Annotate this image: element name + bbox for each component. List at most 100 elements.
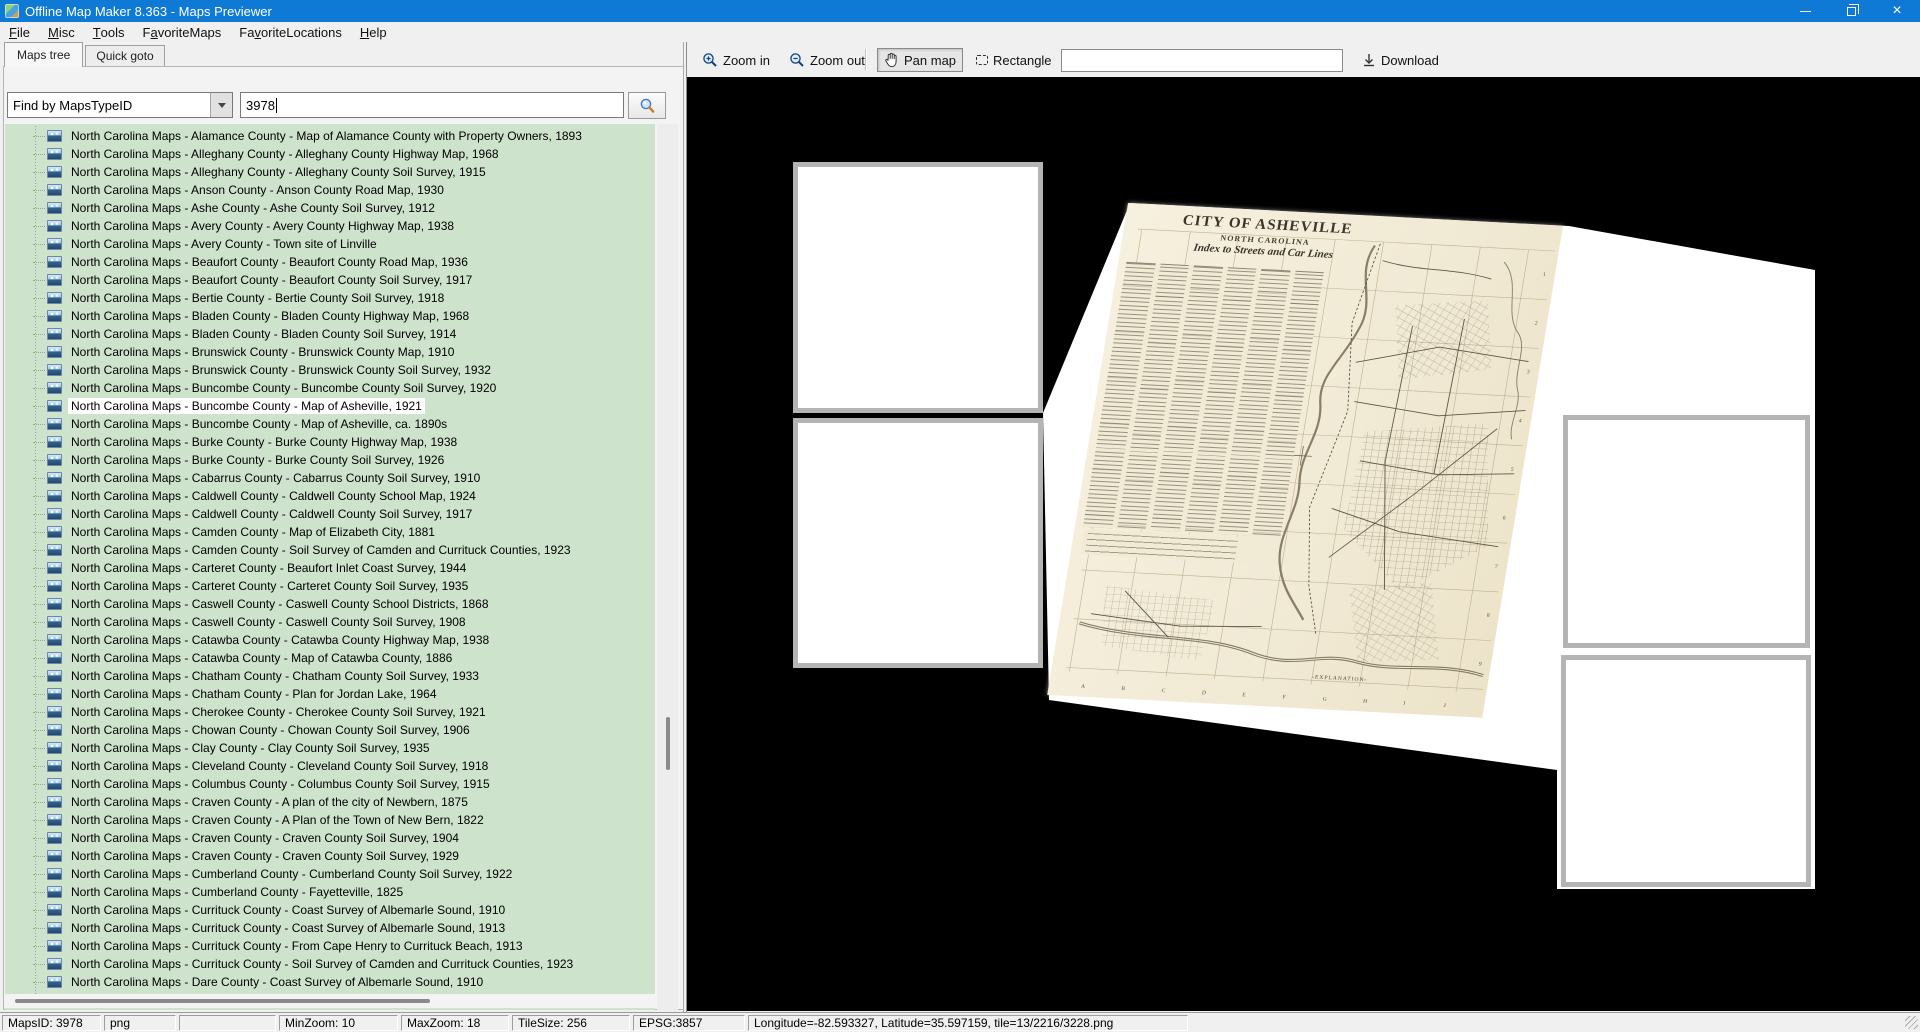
tree-row-label: North Carolina Maps - Alleghany County -…	[68, 146, 502, 162]
tree-row[interactable]: North Carolina Maps - Columbus County - …	[5, 775, 655, 793]
tree-row[interactable]: North Carolina Maps - Craven County - A …	[5, 793, 655, 811]
svg-text:B: B	[1121, 686, 1126, 692]
tree-row[interactable]: North Carolina Maps - Currituck County -…	[5, 919, 655, 937]
tree-row[interactable]: North Carolina Maps - Carteret County - …	[5, 577, 655, 595]
menu-misc[interactable]: Misc	[39, 22, 84, 42]
tree-row[interactable]: North Carolina Maps - Clay County - Clay…	[5, 739, 655, 757]
tree-row-label: North Carolina Maps - Currituck County -…	[68, 956, 576, 972]
dropdown-arrow-icon[interactable]	[210, 93, 232, 117]
tree-horizontal-scrollbar-thumb[interactable]	[15, 999, 430, 1003]
tab-quick-goto[interactable]: Quick goto	[85, 45, 164, 67]
svg-text:5: 5	[1510, 467, 1514, 473]
map-item-icon	[47, 508, 62, 520]
tree-row-label: North Carolina Maps - Caswell County - C…	[68, 614, 469, 630]
tree-row[interactable]: North Carolina Maps - Currituck County -…	[5, 937, 655, 955]
tree-row[interactable]: North Carolina Maps - Cherokee County - …	[5, 703, 655, 721]
tree-row[interactable]: North Carolina Maps - Ashe County - Ashe…	[5, 199, 655, 217]
tree-row-label: North Carolina Maps - Carteret County - …	[68, 560, 469, 576]
map-item-icon	[47, 976, 62, 988]
tree-row[interactable]: North Carolina Maps - Alleghany County -…	[5, 145, 655, 163]
tree-row[interactable]: North Carolina Maps - Bladen County - Bl…	[5, 307, 655, 325]
toolbar-textbox[interactable]	[1061, 49, 1343, 72]
tree-row-label: North Carolina Maps - Columbus County - …	[68, 776, 493, 792]
svg-text:1: 1	[1542, 272, 1546, 278]
map-item-icon	[47, 778, 62, 790]
tree-row[interactable]: North Carolina Maps - Buncombe County - …	[5, 379, 655, 397]
tree-row[interactable]: North Carolina Maps - Craven County - A …	[5, 811, 655, 829]
tree-row[interactable]: North Carolina Maps - Chowan County - Ch…	[5, 721, 655, 739]
tree-row[interactable]: North Carolina Maps - Beaufort County - …	[5, 253, 655, 271]
tree-row[interactable]: North Carolina Maps - Caswell County - C…	[5, 595, 655, 613]
menu-tools[interactable]: Tools	[84, 22, 134, 42]
status-cell-2	[179, 1015, 276, 1031]
tree-row-label: North Carolina Maps - Chowan County - Ch…	[68, 722, 473, 738]
tree-row[interactable]: North Carolina Maps - Chatham County - P…	[5, 685, 655, 703]
tree-row[interactable]: North Carolina Maps - Caswell County - C…	[5, 613, 655, 631]
map-item-icon	[47, 292, 62, 304]
map-item-icon	[47, 742, 62, 754]
tree-row[interactable]: North Carolina Maps - Craven County - Cr…	[5, 829, 655, 847]
minimize-button[interactable]	[1782, 0, 1828, 22]
tree-row[interactable]: North Carolina Maps - Currituck County -…	[5, 955, 655, 973]
tab-maps-tree[interactable]: Maps tree	[4, 42, 83, 67]
tree-row[interactable]: North Carolina Maps - Bladen County - Bl…	[5, 325, 655, 343]
tree-horizontal-scrollbar[interactable]	[5, 994, 655, 1008]
tree-row[interactable]: North Carolina Maps - Caldwell County - …	[5, 487, 655, 505]
tree-row[interactable]: North Carolina Maps - Currituck County -…	[5, 901, 655, 919]
tree-row[interactable]: North Carolina Maps - Beaufort County - …	[5, 271, 655, 289]
tree-row[interactable]: North Carolina Maps - Cleveland County -…	[5, 757, 655, 775]
tree-row[interactable]: North Carolina Maps - Alamance County - …	[5, 127, 655, 145]
tree-row[interactable]: North Carolina Maps - Camden County - Ma…	[5, 523, 655, 541]
tree-row[interactable]: North Carolina Maps - Avery County - Ave…	[5, 217, 655, 235]
tree-row[interactable]: North Carolina Maps - Buncombe County - …	[5, 397, 655, 415]
tree-row[interactable]: North Carolina Maps - Anson County - Ans…	[5, 181, 655, 199]
tree-row[interactable]: North Carolina Maps - Brunswick County -…	[5, 361, 655, 379]
search-input[interactable]: 3978	[240, 92, 624, 118]
close-button[interactable]: ×	[1874, 0, 1920, 22]
tree-row[interactable]: North Carolina Maps - Catawba County - M…	[5, 649, 655, 667]
tree-row[interactable]: North Carolina Maps - Bertie County - Be…	[5, 289, 655, 307]
tree-row[interactable]: North Carolina Maps - Alleghany County -…	[5, 163, 655, 181]
tree-row[interactable]: North Carolina Maps - Avery County - Tow…	[5, 235, 655, 253]
tree-vertical-scrollbar[interactable]	[657, 124, 678, 1010]
svg-text:H: H	[1363, 699, 1368, 705]
menu-favoritelocations[interactable]: FavoriteLocations	[230, 22, 351, 42]
svg-text:8: 8	[1486, 613, 1490, 619]
tree-row[interactable]: North Carolina Maps - Cumberland County …	[5, 883, 655, 901]
map-viewport[interactable]: 123456789 ABCDEFGHIJ -EXPLANATION- CITY …	[687, 77, 1920, 1011]
resize-grip[interactable]	[1905, 1016, 1918, 1029]
tree-row[interactable]: North Carolina Maps - Cabarrus County - …	[5, 469, 655, 487]
tree-row[interactable]: North Carolina Maps - Catawba County - C…	[5, 631, 655, 649]
tree-row[interactable]: North Carolina Maps - Caldwell County - …	[5, 505, 655, 523]
menu-help[interactable]: Help	[351, 22, 396, 42]
menu-file[interactable]: File	[0, 22, 39, 42]
tree-row[interactable]: North Carolina Maps - Brunswick County -…	[5, 343, 655, 361]
tree-row[interactable]: North Carolina Maps - Dare County - Coas…	[5, 973, 655, 991]
tree-vertical-scrollbar-thumb[interactable]	[666, 717, 670, 770]
menu-favoritemaps[interactable]: FavoriteMaps	[134, 22, 231, 42]
map-item-icon	[47, 490, 62, 502]
search-button[interactable]	[628, 92, 666, 119]
svg-text:J: J	[1443, 703, 1447, 709]
pan-map-button[interactable]: Pan map	[877, 48, 963, 72]
tree-row[interactable]: North Carolina Maps - Carteret County - …	[5, 559, 655, 577]
tree-row-label: North Carolina Maps - Cumberland County …	[68, 884, 406, 900]
find-by-dropdown[interactable]: Find by MapsTypeID	[7, 92, 233, 118]
tree-row[interactable]: North Carolina Maps - Camden County - So…	[5, 541, 655, 559]
download-button[interactable]: Download	[1355, 48, 1446, 72]
tree-row-label: North Carolina Maps - Dare County - Coas…	[68, 974, 486, 990]
tree-row[interactable]: North Carolina Maps - Chatham County - C…	[5, 667, 655, 685]
tree-row[interactable]: North Carolina Maps - Cumberland County …	[5, 865, 655, 883]
tree-row[interactable]: North Carolina Maps - Burke County - Bur…	[5, 451, 655, 469]
zoom-in-button[interactable]: Zoom in	[695, 48, 777, 72]
map-item-icon	[47, 472, 62, 484]
rectangle-button[interactable]: Rectangle	[969, 48, 1059, 72]
tree-row-label: North Carolina Maps - Buncombe County - …	[68, 416, 450, 432]
zoom-out-button[interactable]: Zoom out	[782, 48, 872, 72]
tree-row[interactable]: North Carolina Maps - Burke County - Bur…	[5, 433, 655, 451]
map-item-icon	[47, 760, 62, 772]
tree-row[interactable]: North Carolina Maps - Buncombe County - …	[5, 415, 655, 433]
tree-row[interactable]: North Carolina Maps - Craven County - Cr…	[5, 847, 655, 865]
tree-row-label: North Carolina Maps - Catawba County - M…	[68, 650, 455, 666]
restore-button[interactable]	[1828, 0, 1874, 22]
